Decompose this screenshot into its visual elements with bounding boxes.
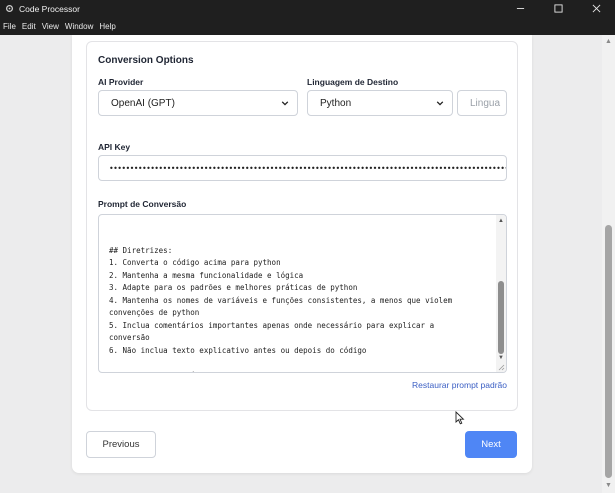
menu-view[interactable]: View (42, 22, 59, 31)
restore-default-prompt-link[interactable]: Restaurar prompt padrão (387, 380, 507, 390)
minimize-button[interactable] (501, 0, 539, 17)
next-button[interactable]: Next (465, 431, 517, 458)
menu-file[interactable]: File (3, 22, 16, 31)
window-scroll-down-icon[interactable]: ▼ (602, 479, 615, 491)
previous-button[interactable]: Previous (86, 431, 156, 458)
chevron-down-icon (436, 101, 444, 106)
close-button[interactable] (577, 0, 615, 17)
scroll-down-icon[interactable]: ▼ (496, 353, 506, 363)
prompt-line: 5. Inclua comentários importantes apenas… (109, 320, 435, 330)
window-controls (501, 0, 615, 17)
menu-help[interactable]: Help (99, 22, 115, 31)
prompt-textarea[interactable]: ## Diretrizes: 1. Converta o código acima… (98, 214, 507, 373)
target-language-label: Linguagem de Destino (307, 77, 399, 87)
ai-provider-label: AI Provider (98, 77, 144, 87)
mouse-cursor-icon (455, 411, 465, 425)
menu-edit[interactable]: Edit (22, 22, 36, 31)
app-logo-icon (4, 4, 14, 14)
prompt-line: ## Diretrizes: (109, 245, 173, 255)
app-content: Conversion Options AI Provider OpenAI (G… (0, 35, 615, 493)
window-scrollbar[interactable]: ▲ ▼ (602, 35, 615, 493)
section-title: Conversion Options (98, 55, 194, 66)
prompt-line: Retorne apenas o código convertido em py… (109, 370, 489, 373)
ai-provider-select[interactable]: OpenAI (GPT) (98, 90, 298, 116)
custom-language-input[interactable]: Lingua (457, 90, 507, 116)
minimize-icon (516, 8, 524, 9)
conversion-card: Conversion Options AI Provider OpenAI (G… (72, 35, 532, 473)
custom-language-placeholder: Lingua (470, 97, 501, 109)
close-icon (592, 4, 600, 13)
prompt-text: ## Diretrizes: 1. Converta o código acima… (109, 232, 489, 373)
prompt-line: 6. Não inclua texto explicativo antes ou… (109, 345, 367, 355)
prompt-line (109, 232, 489, 245)
prompt-scrollbar[interactable]: ▲ ▼ (496, 215, 506, 372)
prompt-line: conversão (109, 333, 150, 342)
conversion-options-section: Conversion Options AI Provider OpenAI (G… (86, 41, 518, 411)
maximize-button[interactable] (539, 0, 577, 17)
prompt-line: 2. Mantenha a mesma funcionalidade e lóg… (109, 270, 304, 280)
ai-provider-value: OpenAI (GPT) (111, 97, 175, 109)
api-key-input[interactable]: ••••••••••••••••••••••••••••••••••••••••… (98, 155, 507, 181)
window-scroll-thumb[interactable] (605, 225, 612, 478)
menu-window[interactable]: Window (65, 22, 93, 31)
prompt-line: 3. Adapte para os padrões e melhores prá… (109, 283, 358, 292)
prompt-scroll-thumb[interactable] (498, 281, 504, 354)
prompt-line (109, 357, 489, 370)
window-title: Code Processor (19, 3, 80, 14)
target-language-value: Python (320, 97, 352, 109)
window-scroll-up-icon[interactable]: ▲ (602, 35, 615, 47)
chevron-down-icon (281, 101, 289, 106)
resize-grip-icon[interactable] (497, 363, 505, 371)
target-language-select[interactable]: Python (307, 90, 453, 116)
prompt-line: convenções de python (109, 308, 200, 317)
title-bar: Code Processor (0, 0, 615, 17)
maximize-icon (553, 4, 563, 13)
menu-bar: File Edit View Window Help (0, 17, 615, 35)
prompt-line: 1. Converta o código acima para python (109, 258, 281, 267)
api-key-label: API Key (98, 142, 131, 152)
api-key-value: ••••••••••••••••••••••••••••••••••••••••… (109, 163, 507, 173)
scroll-up-icon[interactable]: ▲ (496, 216, 506, 226)
prompt-line: 4. Mantenha os nomes de variáveis e funç… (109, 295, 453, 305)
prompt-label: Prompt de Conversão (98, 199, 187, 209)
